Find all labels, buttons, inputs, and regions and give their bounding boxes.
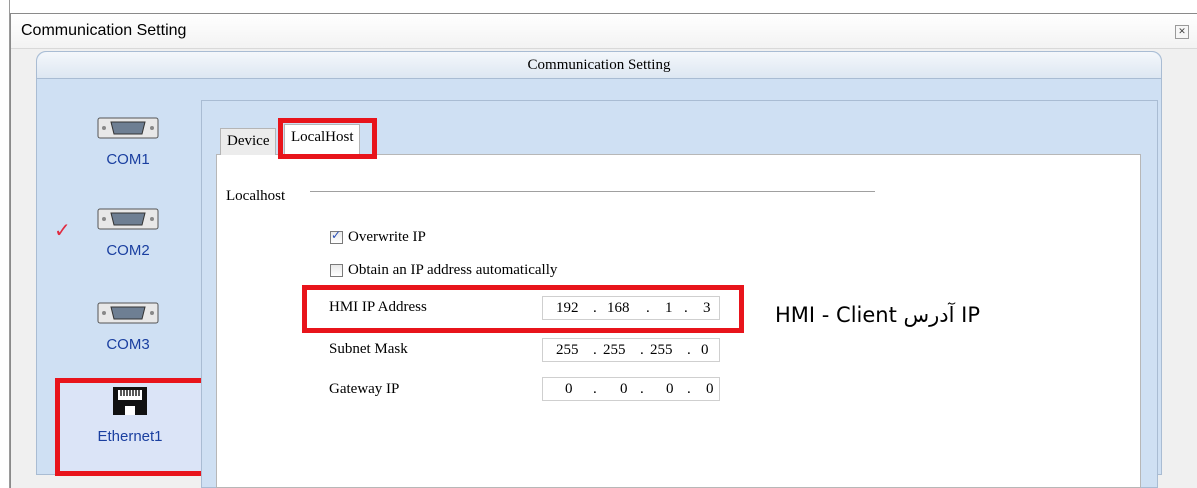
close-icon[interactable]: ✕: [1175, 25, 1189, 39]
port-com2[interactable]: COM2: [58, 208, 198, 259]
title-bar: Communication Setting ✕: [11, 14, 1197, 49]
port-label-com1: COM1: [106, 151, 150, 168]
localhost-tab-highlight-box: [278, 118, 377, 159]
port-com1[interactable]: COM1: [58, 117, 198, 168]
serial-port-icon: [97, 117, 159, 139]
serial-port-icon: [97, 208, 159, 230]
panel-header: Communication Setting: [37, 52, 1161, 79]
window-title: Communication Setting: [21, 22, 187, 39]
ip-dot: .: [687, 381, 691, 397]
gateway-ip-field[interactable]: 0 . 0 . 0 . 0: [542, 377, 720, 401]
ip-octet: 255: [556, 342, 579, 358]
ip-dot: .: [687, 342, 691, 358]
ip-dot: .: [593, 381, 597, 397]
ip-octet: 0: [565, 381, 573, 397]
ethernet-port-icon: [113, 387, 147, 415]
background-window-edge: [0, 0, 10, 488]
tab-device[interactable]: Device: [220, 128, 277, 155]
gateway-ip-label: Gateway IP: [329, 381, 400, 397]
port-label-ethernet1: Ethernet1: [97, 428, 163, 445]
hmi-ip-highlight-box: [302, 285, 744, 333]
overwrite-ip-row[interactable]: Overwrite IP: [330, 228, 426, 246]
serial-port-icon: [97, 302, 159, 324]
subnet-mask-field[interactable]: 255 . 255 . 255 . 0: [542, 338, 720, 362]
annotation-text: HMI - Client آدرس IP: [775, 303, 981, 327]
port-com3[interactable]: COM3: [58, 302, 198, 353]
localhost-group-label: Localhost: [226, 188, 286, 204]
port-label-com2: COM2: [106, 242, 150, 259]
port-ethernet1[interactable]: Ethernet1: [60, 386, 200, 445]
ip-octet: 0: [620, 381, 628, 397]
subnet-mask-label: Subnet Mask: [329, 341, 408, 357]
obtain-ip-auto-checkbox[interactable]: [330, 264, 343, 277]
ip-octet: 255: [603, 342, 626, 358]
ip-octet: 0: [701, 342, 709, 358]
ip-dot: .: [640, 381, 644, 397]
group-divider: [310, 191, 875, 192]
ip-octet: 0: [706, 381, 714, 397]
ip-dot: .: [640, 342, 644, 358]
port-label-com3: COM3: [106, 336, 150, 353]
overwrite-ip-checkbox[interactable]: [330, 228, 343, 244]
ip-dot: .: [593, 342, 597, 358]
ip-octet: 255: [650, 342, 673, 358]
ip-octet: 0: [666, 381, 674, 397]
overwrite-ip-label: Overwrite IP: [348, 229, 426, 245]
obtain-ip-auto-row[interactable]: Obtain an IP address automatically: [330, 262, 557, 279]
obtain-ip-auto-label: Obtain an IP address automatically: [348, 262, 558, 278]
